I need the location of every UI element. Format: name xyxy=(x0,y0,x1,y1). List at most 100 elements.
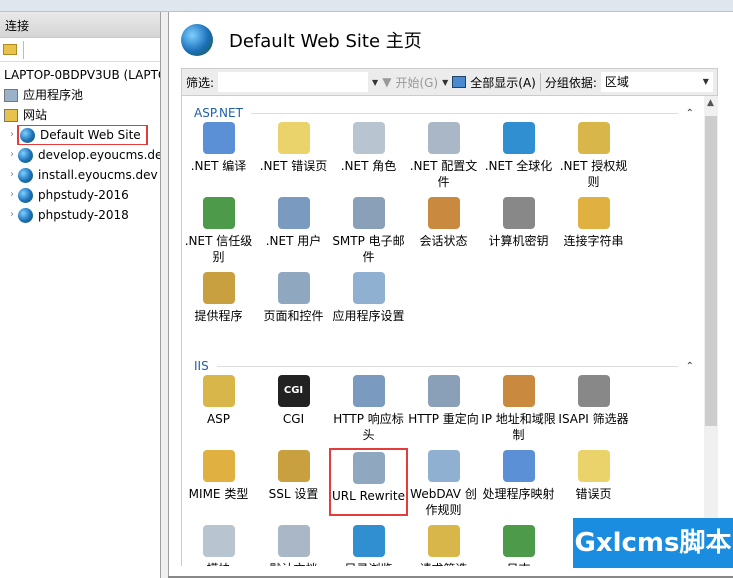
feature-icon xyxy=(502,197,535,229)
expand-arrow-icon[interactable]: › xyxy=(6,165,18,185)
expand-arrow-icon[interactable]: › xyxy=(6,205,18,225)
feature-icon xyxy=(427,450,460,482)
feature-label: SSL 设置 xyxy=(268,487,319,501)
feature-label: 会话状态 xyxy=(419,234,468,248)
feature-tile[interactable]: 目录浏览 xyxy=(331,525,406,566)
show-all-button[interactable]: 全部显示(A) xyxy=(470,74,536,91)
scroll-up-icon[interactable]: ▲ xyxy=(707,98,714,108)
feature-tile[interactable]: .NET 用户 xyxy=(256,197,331,249)
feature-tile[interactable]: ASP xyxy=(182,375,256,427)
feature-icon xyxy=(502,525,535,557)
feature-label: ISAPI 筛选器 xyxy=(558,412,629,426)
go-dropdown-icon[interactable]: ▼ xyxy=(442,78,448,87)
feature-tile[interactable]: 连接字符串 xyxy=(556,197,631,249)
feature-tile[interactable]: .NET 信任级别 xyxy=(182,197,256,265)
feature-icon xyxy=(277,525,310,557)
feature-tile[interactable]: .NET 配置文件 xyxy=(406,122,481,190)
feature-icon xyxy=(352,375,385,407)
feature-tile[interactable]: HTTP 重定向 xyxy=(406,375,481,427)
feature-tile[interactable]: SMTP 电子邮件 xyxy=(331,197,406,265)
connections-tree: LAPTOP-0BDPV3UB (LAPTOP 应用程序池 网站 › Default W… xyxy=(0,62,160,225)
tree-node[interactable]: 应用程序池 xyxy=(0,85,160,105)
collapse-icon[interactable]: ⌃ xyxy=(686,361,694,372)
feature-icon xyxy=(427,525,460,557)
feature-tile[interactable]: CGI CGI xyxy=(256,375,331,427)
group-by-select[interactable]: 区域 ▼ xyxy=(600,72,713,92)
feature-icon xyxy=(502,450,535,482)
site-globe-icon xyxy=(181,24,213,56)
feature-tile[interactable]: 请求筛选 xyxy=(406,525,481,566)
feature-tile[interactable]: .NET 角色 xyxy=(331,122,406,174)
feature-label: HTTP 重定向 xyxy=(408,412,479,426)
filter-input[interactable] xyxy=(218,72,369,92)
feature-tile[interactable]: SSL 设置 xyxy=(256,450,331,502)
feature-tile[interactable]: 应用程序设置 xyxy=(331,272,406,324)
tree-node-label: phpstudy-2016 xyxy=(38,188,129,202)
tree-node[interactable]: LAPTOP-0BDPV3UB (LAPTOP xyxy=(0,65,160,85)
globe-icon xyxy=(18,147,33,163)
feature-tile[interactable]: .NET 全球化 xyxy=(481,122,556,174)
feature-tile[interactable]: MIME 类型 xyxy=(182,450,256,502)
feature-icon xyxy=(277,272,310,304)
feature-label: 错误页 xyxy=(575,487,612,501)
show-all-icon xyxy=(452,76,467,88)
feature-label: MIME 类型 xyxy=(188,487,249,501)
feature-label: 应用程序设置 xyxy=(332,309,405,323)
feature-tile[interactable]: IP 地址和域限制 xyxy=(481,375,556,443)
feature-tile[interactable]: 模块 xyxy=(182,525,256,566)
feature-icon xyxy=(427,122,460,154)
section-divider xyxy=(250,112,678,114)
tree-node[interactable]: › develop.eyoucms.dev xyxy=(0,145,160,165)
splitter[interactable] xyxy=(161,12,168,578)
go-button[interactable]: 开始(G) xyxy=(395,74,438,91)
expand-arrow-icon[interactable]: › xyxy=(6,185,18,205)
feature-tile[interactable]: 页面和控件 xyxy=(256,272,331,324)
feature-icon xyxy=(427,197,460,229)
feature-tile[interactable]: .NET 错误页 xyxy=(256,122,331,174)
scrollbar-thumb[interactable] xyxy=(705,116,717,426)
filter-dropdown-icon[interactable]: ▼ xyxy=(372,78,378,87)
feature-tile[interactable]: HTTP 响应标头 xyxy=(331,375,406,443)
feature-tile[interactable]: URL Rewrite xyxy=(329,448,408,516)
collapse-icon[interactable]: ⌃ xyxy=(686,108,694,119)
connect-folder-icon[interactable] xyxy=(3,44,17,55)
features-pane: Default Web Site 主页 筛选: ▼ ▼ 开始(G) ▼ 全部显示… xyxy=(168,12,733,578)
feature-icon xyxy=(202,525,235,557)
feature-tile[interactable]: .NET 授权规则 xyxy=(556,122,631,190)
globe-icon xyxy=(18,207,33,223)
feature-label: 默认文档 xyxy=(256,561,331,566)
vertical-scrollbar[interactable]: ▲ xyxy=(704,96,718,566)
feature-icon xyxy=(352,122,385,154)
section-header[interactable]: IIS ⌃ xyxy=(194,359,694,373)
feature-tile[interactable]: 处理程序映射 xyxy=(481,450,556,502)
feature-tile[interactable]: .NET 编译 xyxy=(182,122,256,174)
feature-icon xyxy=(577,122,610,154)
feature-tile[interactable]: 会话状态 xyxy=(406,197,481,249)
feature-icon xyxy=(427,375,460,407)
feature-label: 目录浏览 xyxy=(331,561,406,566)
expand-arrow-icon[interactable]: › xyxy=(6,125,18,145)
feature-tile[interactable]: 错误页 xyxy=(556,450,631,502)
tree-node[interactable]: › Default Web Site xyxy=(0,125,160,145)
globe-icon xyxy=(20,127,35,143)
tree-node[interactable]: › install.eyoucms.dev xyxy=(0,165,160,185)
filter-label: 筛选: xyxy=(186,75,215,90)
section-header[interactable]: ASP.NET ⌃ xyxy=(194,106,694,120)
feature-tile[interactable]: 提供程序 xyxy=(182,272,256,324)
feature-icon xyxy=(277,450,310,482)
tree-node[interactable]: › phpstudy-2016 xyxy=(0,185,160,205)
feature-label: HTTP 响应标头 xyxy=(333,412,404,442)
tree-node[interactable]: 网站 xyxy=(0,105,160,125)
tree-node[interactable]: › phpstudy-2018 xyxy=(0,205,160,225)
feature-tile[interactable]: 默认文档 xyxy=(256,525,331,566)
feature-label: IP 地址和域限制 xyxy=(481,412,556,442)
feature-icon xyxy=(202,375,235,407)
feature-icon xyxy=(352,525,385,557)
feature-tile[interactable]: ISAPI 筛选器 xyxy=(556,375,631,427)
section-divider xyxy=(216,365,678,367)
feature-tile[interactable]: 日志 xyxy=(481,525,556,566)
feature-tile[interactable]: 计算机密钥 xyxy=(481,197,556,249)
feature-tile[interactable]: WebDAV 创作规则 xyxy=(406,450,481,518)
feature-label: URL Rewrite xyxy=(332,489,405,503)
expand-arrow-icon[interactable]: › xyxy=(6,145,18,165)
